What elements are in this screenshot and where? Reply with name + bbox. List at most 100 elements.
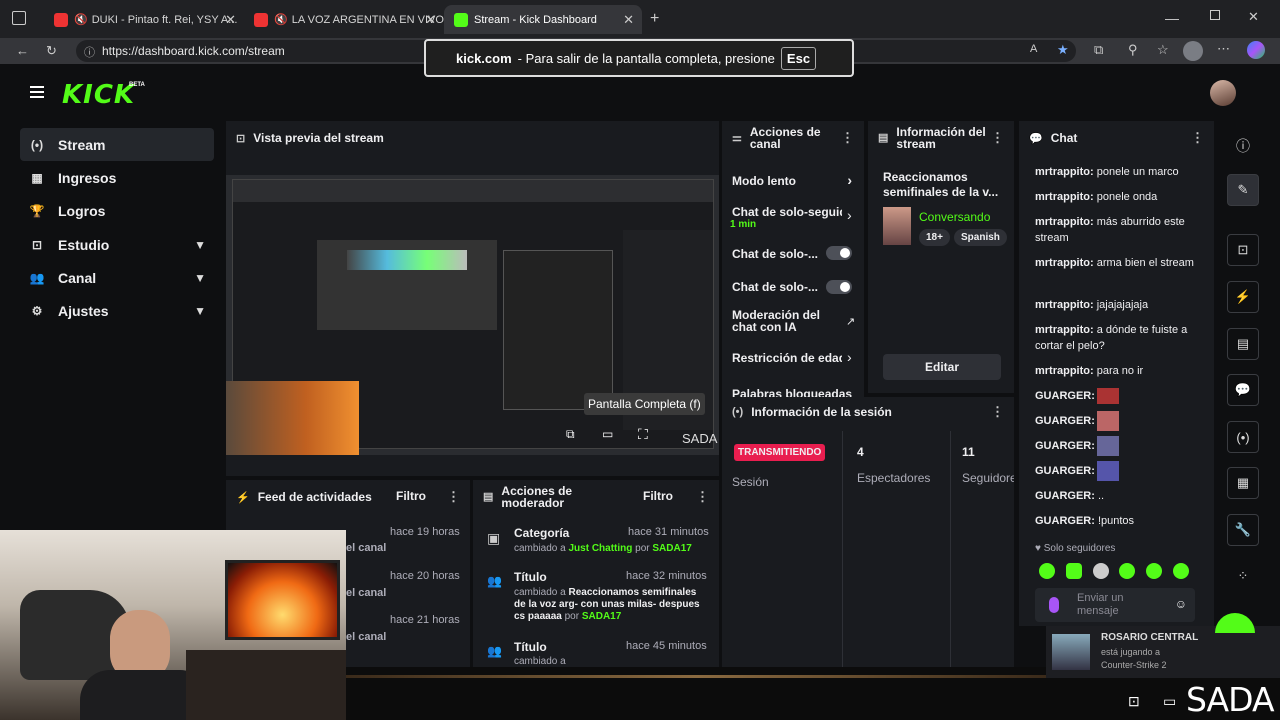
- chevron-down-icon: ▼: [194, 237, 206, 252]
- kick-logo[interactable]: KICK: [62, 80, 135, 110]
- notice-text: - Para salir de la pantalla completa, pr…: [517, 50, 775, 66]
- chat-panel: 💬 Chat ⋮ mrtrappito: ponele un marco mrtra…: [1019, 121, 1214, 626]
- collections-icon[interactable]: ⚲: [1128, 42, 1138, 58]
- sidebar-item-ingresos[interactable]: ▦ Ingresos: [20, 161, 214, 194]
- close-tab-icon[interactable]: ✕: [425, 12, 436, 28]
- favorite-star-icon[interactable]: ★: [1057, 42, 1069, 58]
- site-info-icon[interactable]: ⓘ: [84, 44, 95, 60]
- sub-only-toggle[interactable]: [826, 246, 852, 260]
- filter-button[interactable]: Filtro: [396, 489, 426, 503]
- mod-action-detail: cambiado a Reaccionamos semifinales de l…: [514, 587, 700, 622]
- info-icon[interactable]: ⓘ: [1236, 136, 1250, 156]
- kebab-menu-icon[interactable]: ⋮: [696, 489, 709, 505]
- rail-layout-icon[interactable]: ▦: [1227, 467, 1259, 499]
- followers-only-label: ♥ Solo seguidores: [1035, 543, 1116, 554]
- emote-icon[interactable]: [1065, 563, 1082, 579]
- rail-preview-icon[interactable]: ⊡: [1227, 234, 1259, 266]
- kebab-menu-icon[interactable]: ⋮: [447, 489, 460, 505]
- rail-tools-icon[interactable]: 🔧: [1227, 514, 1259, 546]
- pip-icon[interactable]: ⧉: [566, 427, 575, 442]
- sidebar-item-label: Stream: [58, 136, 106, 153]
- rail-notes-icon[interactable]: ▤: [1227, 328, 1259, 360]
- close-tab-icon[interactable]: ✕: [225, 12, 236, 28]
- category-thumbnail: [883, 207, 911, 245]
- back-icon[interactable]: ←: [16, 43, 29, 58]
- filter-button[interactable]: Filtro: [643, 489, 673, 503]
- green-action-button[interactable]: [1215, 613, 1255, 633]
- extensions-icon[interactable]: ⧉: [1094, 42, 1103, 58]
- feed-time: hace 21 horas: [390, 614, 460, 626]
- age-restriction-row[interactable]: Restricción de edad: [732, 351, 842, 365]
- read-aloud-icon[interactable]: A: [1030, 43, 1037, 55]
- kebab-menu-icon[interactable]: ⋮: [1191, 130, 1204, 146]
- followers-only-row[interactable]: Chat de solo-seguid: [732, 205, 842, 219]
- profile-avatar[interactable]: [1183, 41, 1203, 61]
- emote-icon[interactable]: [1092, 563, 1109, 579]
- hamburger-menu-icon[interactable]: [30, 86, 44, 98]
- emote-only-toggle[interactable]: [826, 280, 852, 294]
- maximize-icon[interactable]: [1210, 10, 1220, 20]
- stream-preview-panel: ⊡ Vista previa del stream Pantalla Comple…: [226, 121, 719, 476]
- row-label: Moderación del chat con IA: [732, 308, 821, 334]
- sidebar-item-ajustes[interactable]: ⚙ Ajustes ▼: [20, 295, 214, 328]
- fullscreen-notice: kick.com - Para salir de la pantalla com…: [424, 39, 854, 77]
- tab-duki[interactable]: 🔇 DUKI - Pintao ft. Rei, YSY A... ✕: [44, 5, 244, 34]
- more-menu-icon[interactable]: ⋯: [1217, 41, 1230, 57]
- chat-message: GUARGER:: [1035, 436, 1204, 456]
- tab-kick-dashboard[interactable]: Stream - Kick Dashboard ✕: [444, 5, 642, 34]
- kebab-menu-icon[interactable]: ⋮: [991, 131, 1004, 144]
- row-label: Chat de solo-...: [732, 280, 819, 294]
- rail-edit-icon[interactable]: ✎: [1227, 174, 1259, 206]
- rail-apps-icon[interactable]: ⁘: [1227, 560, 1259, 592]
- chevron-down-icon: ▼: [194, 271, 206, 286]
- mod-actions-panel: ▤ Acciones de moderador Filtro ⋮ ▣ Catego…: [473, 480, 719, 667]
- rail-bolt-icon[interactable]: ⚡: [1227, 281, 1259, 313]
- panel-title: Acciones de moderador: [501, 484, 573, 510]
- tab-la-voz[interactable]: 🔇 LA VOZ ARGENTINA EN VIVO ✕: [244, 5, 444, 34]
- tag-badge: 18+: [919, 229, 950, 246]
- rail-chat-icon[interactable]: 💬: [1227, 374, 1259, 406]
- sidebar-item-logros[interactable]: 🏆 Logros: [20, 195, 214, 228]
- bolt-icon: ⚡: [236, 491, 250, 504]
- emoji-icon[interactable]: ☺: [1175, 597, 1187, 611]
- kick-favicon-icon: [454, 12, 468, 27]
- reload-icon[interactable]: ↻: [46, 43, 57, 59]
- tab-actions-icon[interactable]: [12, 11, 26, 25]
- video-player[interactable]: Pantalla Completa (f) ⧉ ▭ ⛶ SADA: [226, 175, 719, 455]
- minimize-icon[interactable]: —: [1165, 10, 1179, 26]
- chat-message: GUARGER:: [1035, 461, 1204, 481]
- fullscreen-icon[interactable]: ⛶: [638, 426, 648, 443]
- copilot-icon[interactable]: [1247, 41, 1265, 59]
- divider: [950, 431, 951, 667]
- chat-message: GUARGER: !puntos: [1035, 515, 1135, 527]
- feed-detail: el canal: [346, 542, 387, 554]
- category-name[interactable]: Conversando: [919, 210, 990, 224]
- kebab-menu-icon[interactable]: ⋮: [991, 404, 1004, 420]
- row-label: Restricción de edad: [732, 351, 842, 365]
- sidebar-item-canal[interactable]: 👥 Canal ▼: [20, 262, 214, 295]
- theater-icon[interactable]: ▭: [602, 427, 613, 441]
- game-activity-toast[interactable]: ROSARIO CENTRAL está jugando a Counter-S…: [1046, 626, 1280, 678]
- ai-moderation-row[interactable]: Moderación del chat con IA: [732, 309, 832, 333]
- rail-signal-icon[interactable]: (•): [1227, 421, 1259, 453]
- emote-icon[interactable]: [1039, 563, 1055, 579]
- slow-mode-row[interactable]: Modo lento ›: [732, 172, 854, 188]
- emote-icon[interactable]: [1146, 563, 1163, 579]
- kebab-menu-icon[interactable]: ⋮: [841, 131, 854, 144]
- emote-icon[interactable]: [1172, 563, 1189, 579]
- mic-icon[interactable]: [1049, 597, 1059, 613]
- feed-detail: el canal: [346, 587, 387, 599]
- emote-icon[interactable]: [1119, 563, 1136, 579]
- sidebar-item-label: Estudio: [58, 236, 110, 253]
- sidebar-item-stream[interactable]: (•) Stream: [20, 128, 214, 161]
- close-window-icon[interactable]: ✕: [1248, 9, 1259, 25]
- session-label: Sesión: [732, 475, 769, 489]
- external-link-icon[interactable]: ↗: [846, 315, 855, 328]
- close-tab-icon[interactable]: ✕: [623, 12, 634, 28]
- user-avatar[interactable]: [1210, 80, 1236, 106]
- sidebar-item-estudio[interactable]: ⊡ Estudio ▼: [20, 228, 214, 261]
- favorites-icon[interactable]: ☆: [1157, 42, 1169, 58]
- chat-input[interactable]: Enviar un mensaje ☺: [1035, 588, 1195, 622]
- edit-button[interactable]: Editar: [883, 354, 1001, 380]
- new-tab-icon[interactable]: +: [650, 10, 659, 28]
